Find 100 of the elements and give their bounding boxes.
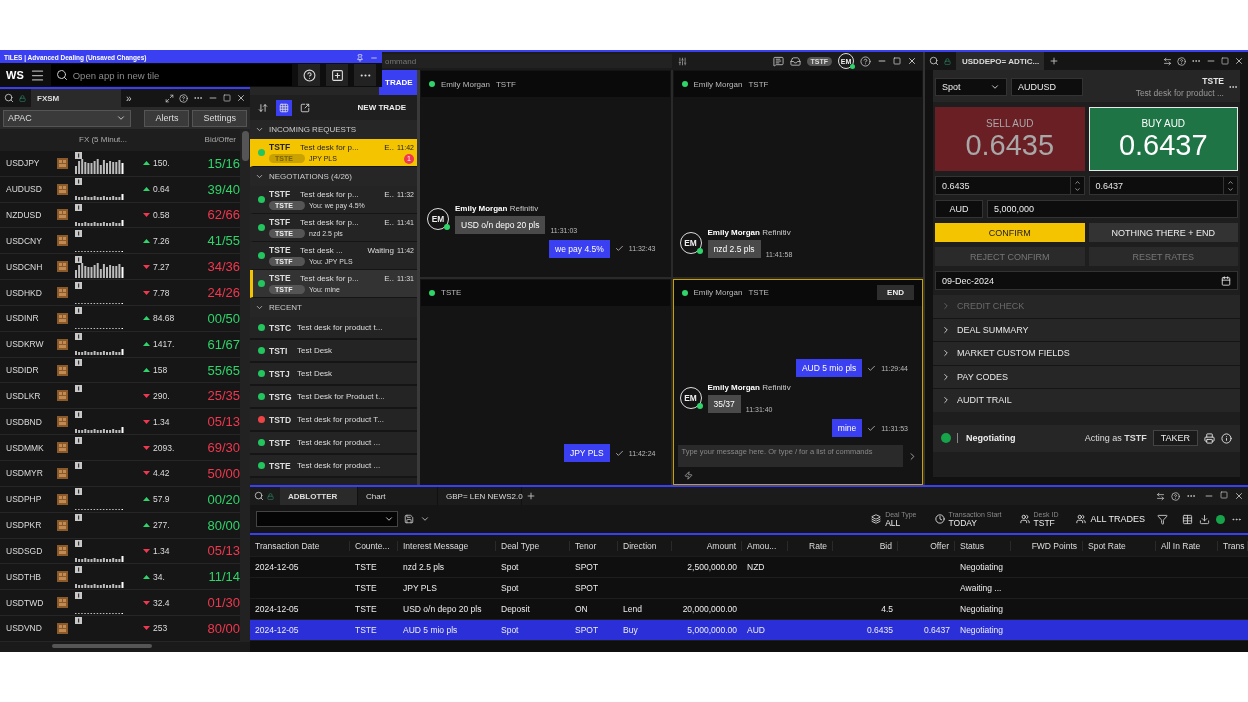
alerts-button[interactable]: Alerts — [144, 109, 190, 127]
region-select[interactable]: APAC — [3, 109, 131, 127]
accordion-section[interactable]: PAY CODES — [933, 365, 1240, 388]
search-icon[interactable] — [4, 93, 14, 103]
tile-icon[interactable] — [57, 235, 68, 247]
section-header[interactable]: RECENT — [250, 298, 417, 317]
info-icon[interactable] — [75, 307, 82, 315]
info-icon[interactable] — [75, 488, 82, 496]
trade-item[interactable]: TSTC Test desk for product t... — [250, 317, 417, 340]
info-icon[interactable] — [75, 436, 82, 444]
info-icon[interactable] — [75, 462, 82, 470]
bid-offer[interactable]: 34/36 — [195, 259, 240, 275]
info-icon[interactable] — [75, 204, 82, 211]
section-header[interactable]: INCOMING REQUESTS — [250, 120, 417, 139]
column-header[interactable]: Spot Rate — [1083, 540, 1156, 551]
tab[interactable]: FXSM — [31, 89, 121, 107]
pin-icon[interactable] — [356, 53, 364, 62]
tile-icon[interactable] — [57, 390, 68, 402]
expand-tabs[interactable]: » — [126, 92, 132, 104]
info-icon[interactable] — [75, 410, 82, 418]
tile-icon[interactable] — [57, 183, 68, 195]
trade-item[interactable]: TSTJ Test Desk — [250, 363, 417, 386]
accordion-section[interactable]: MARKET CUSTOM FIELDS — [933, 342, 1240, 365]
trade-item[interactable]: TSTG Test Desk for Product t... — [250, 386, 417, 409]
chevron-down-icon[interactable] — [1227, 185, 1234, 193]
tile-icon[interactable] — [57, 312, 68, 324]
chat-icon[interactable] — [772, 55, 784, 67]
rate-field[interactable]: 0.6437 — [1088, 176, 1238, 195]
tile-icon[interactable] — [57, 442, 68, 454]
tile-icon[interactable] — [57, 157, 68, 169]
tile-icon[interactable] — [57, 209, 68, 221]
info-icon[interactable] — [75, 333, 82, 341]
tile-icon[interactable] — [57, 623, 68, 634]
column-header[interactable]: FWD Points — [1011, 540, 1083, 551]
bid-offer[interactable]: 01/30 — [195, 595, 240, 611]
action-button[interactable]: CONFIRM — [935, 223, 1085, 242]
tab[interactable]: ADBLOTTER — [280, 487, 358, 505]
search-icon[interactable] — [929, 56, 939, 66]
new-trade-button[interactable]: NEW TRADE — [351, 102, 412, 113]
info-icon[interactable] — [75, 281, 82, 289]
logo[interactable]: WS — [6, 69, 24, 81]
column-header[interactable]: Deal Type — [496, 540, 570, 551]
tile-icon[interactable] — [57, 287, 68, 298]
info-icon[interactable] — [75, 359, 82, 367]
maximize-icon[interactable] — [1220, 491, 1228, 499]
action-button[interactable]: NOTHING THERE + END — [1088, 223, 1238, 242]
bid-offer[interactable]: 62/66 — [195, 207, 240, 223]
tile-icon[interactable] — [57, 467, 68, 479]
accordion-section[interactable]: DEAL SUMMARY — [933, 318, 1240, 341]
tile-icon[interactable] — [57, 338, 68, 350]
link-icon[interactable] — [1156, 491, 1165, 501]
chevron-down-icon[interactable] — [1073, 185, 1081, 193]
table-icon[interactable] — [1182, 513, 1193, 525]
caret-icon[interactable] — [420, 514, 430, 524]
more-button[interactable] — [354, 64, 376, 86]
amount-field[interactable]: 5,000,000 — [987, 200, 1238, 218]
tile-icon[interactable] — [57, 519, 68, 531]
add-tab-icon[interactable] — [526, 491, 536, 501]
lightning-icon[interactable] — [683, 471, 693, 480]
role-button[interactable]: TAKER — [1152, 430, 1198, 446]
filter-icon[interactable] — [1157, 513, 1168, 525]
accordion-section[interactable]: AUDIT TRAIL — [933, 389, 1240, 412]
help-button[interactable] — [298, 64, 320, 86]
new-tile-button[interactable] — [326, 64, 348, 86]
grid-view-button[interactable] — [276, 99, 292, 116]
info-icon[interactable] — [75, 617, 82, 625]
help-icon[interactable] — [860, 55, 871, 67]
save-icon[interactable] — [404, 514, 414, 524]
bid-offer[interactable]: 61/67 — [195, 336, 240, 352]
maximize-icon[interactable] — [893, 57, 901, 65]
bid-offer[interactable]: 15/16 — [195, 155, 240, 171]
command-field[interactable]: ommand — [382, 54, 672, 68]
section-header[interactable]: NEGOTIATIONS (4/26) — [250, 167, 417, 186]
column-header[interactable]: Trans — [1218, 540, 1248, 551]
info-icon[interactable] — [75, 539, 82, 547]
price-button[interactable]: SELL AUD 0.6435 — [935, 107, 1085, 171]
column-header[interactable]: Amou... — [742, 540, 788, 551]
column-header[interactable]: Offer — [898, 540, 955, 551]
link-icon[interactable] — [1163, 56, 1172, 66]
tile-icon[interactable] — [57, 493, 68, 505]
bid-offer[interactable]: 50/00 — [195, 465, 240, 481]
help-icon[interactable] — [1177, 56, 1186, 66]
expand-icon[interactable] — [165, 93, 174, 103]
bid-offer[interactable]: 69/30 — [195, 440, 240, 456]
date-field[interactable]: 09-Dec-2024 — [935, 271, 1238, 290]
menu-icon[interactable] — [29, 67, 45, 83]
scrollbar[interactable] — [240, 129, 250, 642]
settings-button[interactable]: Settings — [192, 109, 247, 127]
trade-tab[interactable]: TRADE — [379, 70, 417, 95]
sliders-icon[interactable] — [678, 56, 687, 66]
info-icon[interactable] — [75, 565, 82, 573]
bid-offer[interactable]: 80/00 — [195, 517, 240, 533]
column-header[interactable]: Counte... — [350, 540, 398, 551]
column-header[interactable]: All In Rate — [1156, 540, 1218, 551]
bid-offer[interactable]: 11/14 — [195, 569, 240, 585]
tile-icon[interactable] — [57, 597, 68, 609]
rate-field[interactable]: 0.6435 — [935, 176, 1085, 195]
bid-offer[interactable]: 00/50 — [195, 310, 240, 326]
column-header[interactable]: Status — [955, 540, 1011, 551]
chevron-up-icon[interactable] — [1227, 178, 1234, 186]
